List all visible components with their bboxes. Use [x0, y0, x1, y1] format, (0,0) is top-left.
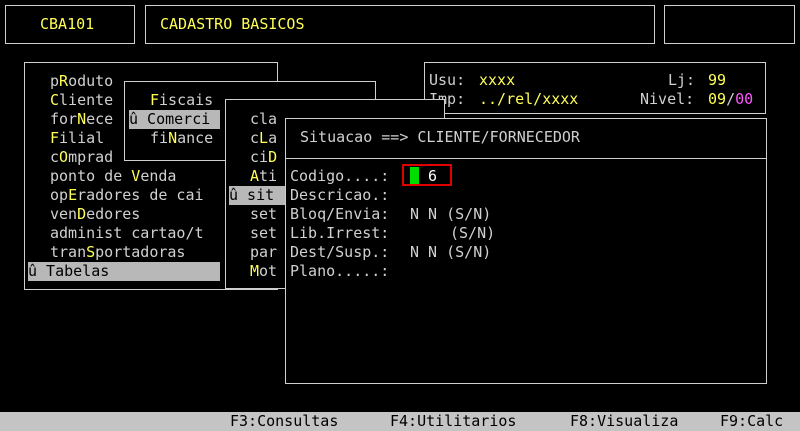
- sub-menu-fiscais[interactable]: Fiscais: [150, 91, 213, 110]
- bloq-envia-field[interactable]: N N (S/N): [410, 205, 491, 224]
- dest-susp-field[interactable]: N N (S/N): [410, 243, 491, 262]
- sub2-item-2[interactable]: cLa: [250, 129, 277, 148]
- f8-visualiza[interactable]: F8:Visualiza: [570, 412, 678, 431]
- plano-label: Plano.....:: [290, 262, 390, 280]
- sub2-item-9[interactable]: Mot: [250, 262, 277, 281]
- f9-calc[interactable]: F9:Calc: [720, 412, 783, 431]
- level-value: 09/00: [708, 90, 753, 109]
- level-value-secondary: 00: [735, 90, 754, 108]
- screen-title-box: CADASTRO BASICOS: [145, 5, 655, 44]
- menu-item-filial[interactable]: Filial: [50, 129, 104, 148]
- lib-irrest-field[interactable]: (S/N): [450, 224, 495, 243]
- program-code: CBA101: [40, 15, 95, 33]
- dest-susp-label: Dest/Susp.:: [290, 243, 390, 261]
- function-key-bar: F3:Consultas F4:Utilitarios F8:Visualiza…: [0, 412, 800, 431]
- menu-item-tabelas[interactable]: û Tabelas: [28, 262, 220, 281]
- sub-menu-financeiro[interactable]: fiNance: [150, 129, 213, 148]
- lib-irrest-label: Lib.Irrest:: [290, 224, 390, 242]
- menu-item-ponto-de-venda[interactable]: ponto de Venda: [50, 167, 176, 186]
- menu-item-fornecedor[interactable]: forNece: [50, 110, 113, 129]
- menu-item-produto[interactable]: pRoduto: [50, 72, 113, 91]
- codigo-focus-outline: [402, 164, 452, 186]
- user-label: Usu:: [429, 71, 466, 89]
- bloq-envia-label: Bloq/Envia:: [290, 205, 390, 223]
- menu-item-transportadoras[interactable]: tranSportadoras: [50, 243, 185, 262]
- sub2-item-4[interactable]: Ati: [250, 167, 277, 186]
- dialog-title-divider: [286, 158, 766, 159]
- menu-item-operadores[interactable]: opEradores de cai: [50, 186, 204, 205]
- sub2-item-8[interactable]: par: [250, 243, 277, 262]
- sub2-item-6[interactable]: set: [250, 205, 277, 224]
- menu-item-administ-cartao[interactable]: administ cartao/t: [50, 224, 204, 243]
- level-label: Nivel:: [640, 90, 695, 108]
- store-label: Lj:: [668, 71, 696, 89]
- sub2-item-7[interactable]: set: [250, 224, 277, 243]
- sub2-item-3[interactable]: ciD: [250, 148, 277, 167]
- descricao-label: Descricao.:: [290, 186, 390, 204]
- blank-header-box: [664, 5, 795, 44]
- user-value: xxxx: [479, 71, 516, 89]
- info-panel: Usu: xxxx Lj: 99 Imp: ../rel/xxxx Nivel:…: [424, 62, 766, 114]
- dialog-title: Situacao ==> CLIENTE/FORNECEDOR: [300, 128, 580, 146]
- printer-value: ../rel/xxxx: [479, 90, 579, 108]
- f4-utilitarios[interactable]: F4:Utilitarios: [390, 412, 516, 431]
- screen-title: CADASTRO BASICOS: [160, 15, 305, 33]
- sub2-item-situacao[interactable]: û sit: [229, 186, 285, 205]
- sub-menu-comercial[interactable]: û Comerci: [129, 110, 220, 129]
- f3-consultas[interactable]: F3:Consultas: [230, 412, 338, 431]
- sub2-item-1[interactable]: cla: [250, 110, 277, 129]
- menu-item-comprador[interactable]: cOmprad: [50, 148, 113, 167]
- level-value-main: 09: [708, 90, 727, 108]
- codigo-label: Codigo....:: [290, 167, 390, 185]
- store-value: 99: [708, 71, 727, 89]
- menu-item-vendedores[interactable]: venDedores: [50, 205, 140, 224]
- program-code-box: CBA101: [5, 5, 135, 44]
- menu-item-cliente[interactable]: Cliente: [50, 91, 113, 110]
- level-separator: /: [726, 90, 736, 108]
